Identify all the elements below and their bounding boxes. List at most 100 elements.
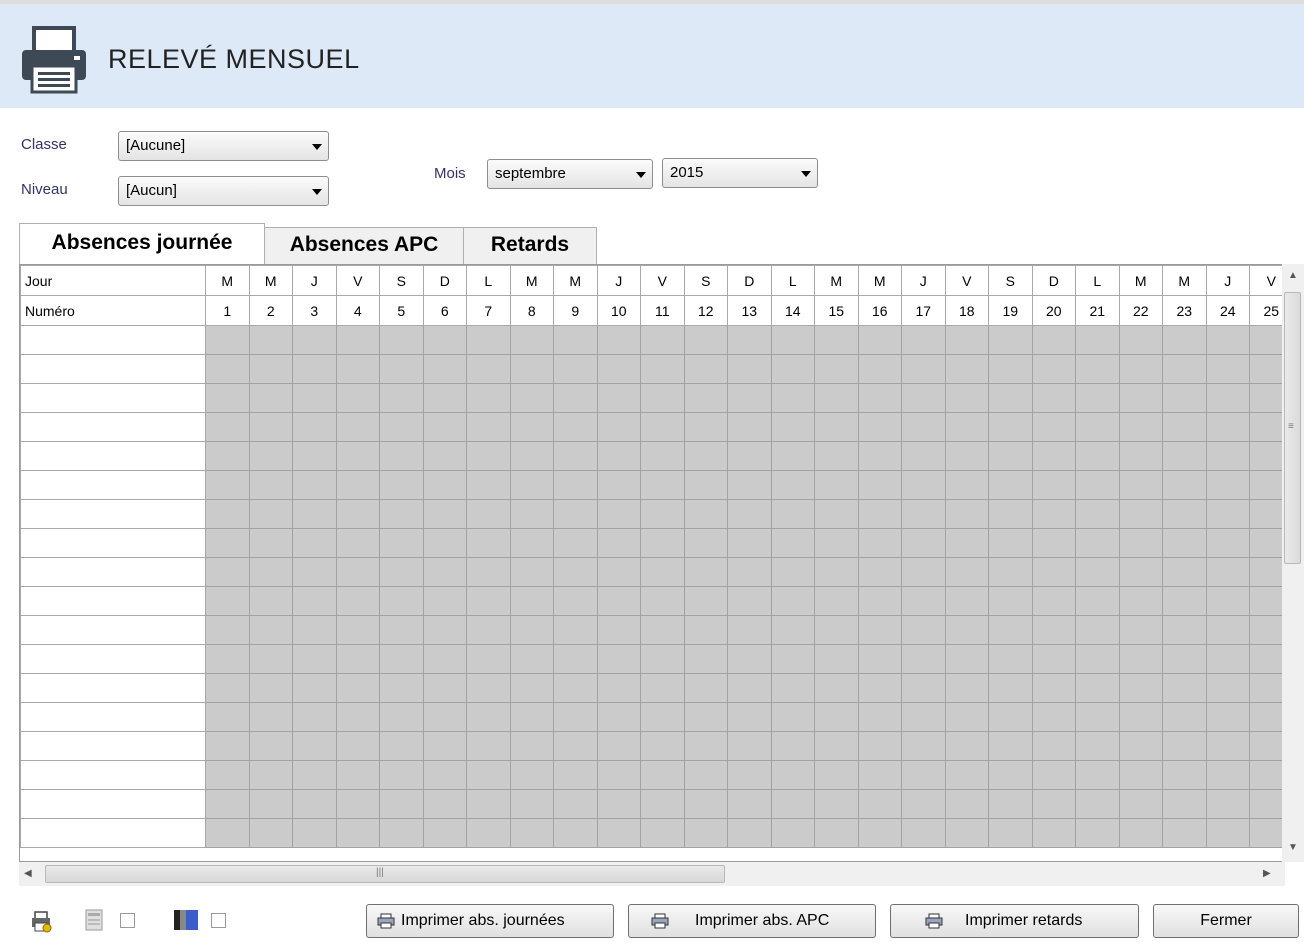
day-cell[interactable] [1162,702,1207,732]
day-cell[interactable] [466,760,511,790]
day-cell[interactable] [1249,499,1284,529]
day-cell[interactable] [814,760,859,790]
day-cell[interactable] [683,818,728,848]
student-name-cell[interactable] [20,412,206,442]
day-cell[interactable] [292,586,337,616]
day-cell[interactable] [683,731,728,761]
day-cell[interactable] [727,789,772,819]
day-cell[interactable] [857,818,902,848]
day-cell[interactable] [422,499,467,529]
day-cell[interactable] [1162,557,1207,587]
day-cell[interactable] [292,441,337,471]
day-cell[interactable] [335,557,380,587]
day-cell[interactable] [1249,325,1284,355]
day-cell[interactable] [335,470,380,500]
table-row[interactable] [20,499,1284,529]
day-cell[interactable] [988,499,1033,529]
day-cell[interactable] [944,673,989,703]
day-cell[interactable] [553,412,598,442]
print-late-button[interactable]: Imprimer retards [890,904,1139,938]
day-cell[interactable] [727,731,772,761]
day-cell[interactable] [814,673,859,703]
day-cell[interactable] [1075,499,1120,529]
day-cell[interactable] [857,557,902,587]
day-cell[interactable] [509,441,554,471]
day-cell[interactable] [683,789,728,819]
day-cell[interactable] [509,528,554,558]
day-cell[interactable] [422,731,467,761]
day-cell[interactable] [379,760,424,790]
day-cell[interactable] [422,673,467,703]
day-cell[interactable] [901,818,946,848]
day-cell[interactable] [770,731,815,761]
day-cell[interactable] [509,644,554,674]
table-row[interactable] [20,586,1284,616]
day-cell[interactable] [857,673,902,703]
day-cell[interactable] [1162,789,1207,819]
day-cell[interactable] [683,673,728,703]
day-cell[interactable] [1249,412,1284,442]
day-cell[interactable] [248,760,293,790]
day-cell[interactable] [379,412,424,442]
day-cell[interactable] [248,354,293,384]
day-cell[interactable] [1075,383,1120,413]
day-cell[interactable] [770,325,815,355]
day-cell[interactable] [205,528,250,558]
day-cell[interactable] [857,644,902,674]
day-cell[interactable] [1031,557,1076,587]
day-cell[interactable] [379,383,424,413]
day-cell[interactable] [466,586,511,616]
day-cell[interactable] [857,615,902,645]
day-cell[interactable] [814,441,859,471]
table-row[interactable] [20,644,1284,674]
day-cell[interactable] [814,644,859,674]
day-cell[interactable] [683,383,728,413]
day-cell[interactable] [640,586,685,616]
day-cell[interactable] [248,557,293,587]
day-cell[interactable] [640,528,685,558]
print-absences-apc-button[interactable]: Imprimer abs. APC [628,904,876,938]
scroll-up-icon[interactable]: ▲ [1288,270,1298,281]
day-cell[interactable] [857,325,902,355]
day-cell[interactable] [1075,673,1120,703]
day-cell[interactable] [509,586,554,616]
day-cell[interactable] [901,441,946,471]
day-cell[interactable] [596,354,641,384]
day-cell[interactable] [205,702,250,732]
day-cell[interactable] [1031,702,1076,732]
student-name-cell[interactable] [20,760,206,790]
day-cell[interactable] [248,470,293,500]
day-cell[interactable] [1118,673,1163,703]
day-cell[interactable] [814,615,859,645]
day-cell[interactable] [205,383,250,413]
day-cell[interactable] [596,557,641,587]
day-cell[interactable] [335,818,380,848]
day-cell[interactable] [988,354,1033,384]
day-cell[interactable] [379,673,424,703]
day-cell[interactable] [1249,702,1284,732]
day-cell[interactable] [509,557,554,587]
day-cell[interactable] [1118,528,1163,558]
day-cell[interactable] [1031,499,1076,529]
day-cell[interactable] [553,383,598,413]
day-cell[interactable] [292,702,337,732]
day-cell[interactable] [292,383,337,413]
day-cell[interactable] [814,499,859,529]
day-cell[interactable] [640,325,685,355]
day-cell[interactable] [509,702,554,732]
table-row[interactable] [20,470,1284,500]
day-cell[interactable] [1075,818,1120,848]
day-cell[interactable] [814,557,859,587]
table-row[interactable] [20,354,1284,384]
day-cell[interactable] [335,644,380,674]
day-cell[interactable] [1205,557,1250,587]
day-cell[interactable] [248,325,293,355]
day-cell[interactable] [509,615,554,645]
day-cell[interactable] [205,644,250,674]
vertical-scroll-thumb[interactable]: ≡ [1284,292,1301,564]
day-cell[interactable] [683,528,728,558]
table-row[interactable] [20,412,1284,442]
horizontal-scroll-thumb[interactable]: ||| [45,865,725,883]
day-cell[interactable] [944,644,989,674]
day-cell[interactable] [1205,528,1250,558]
